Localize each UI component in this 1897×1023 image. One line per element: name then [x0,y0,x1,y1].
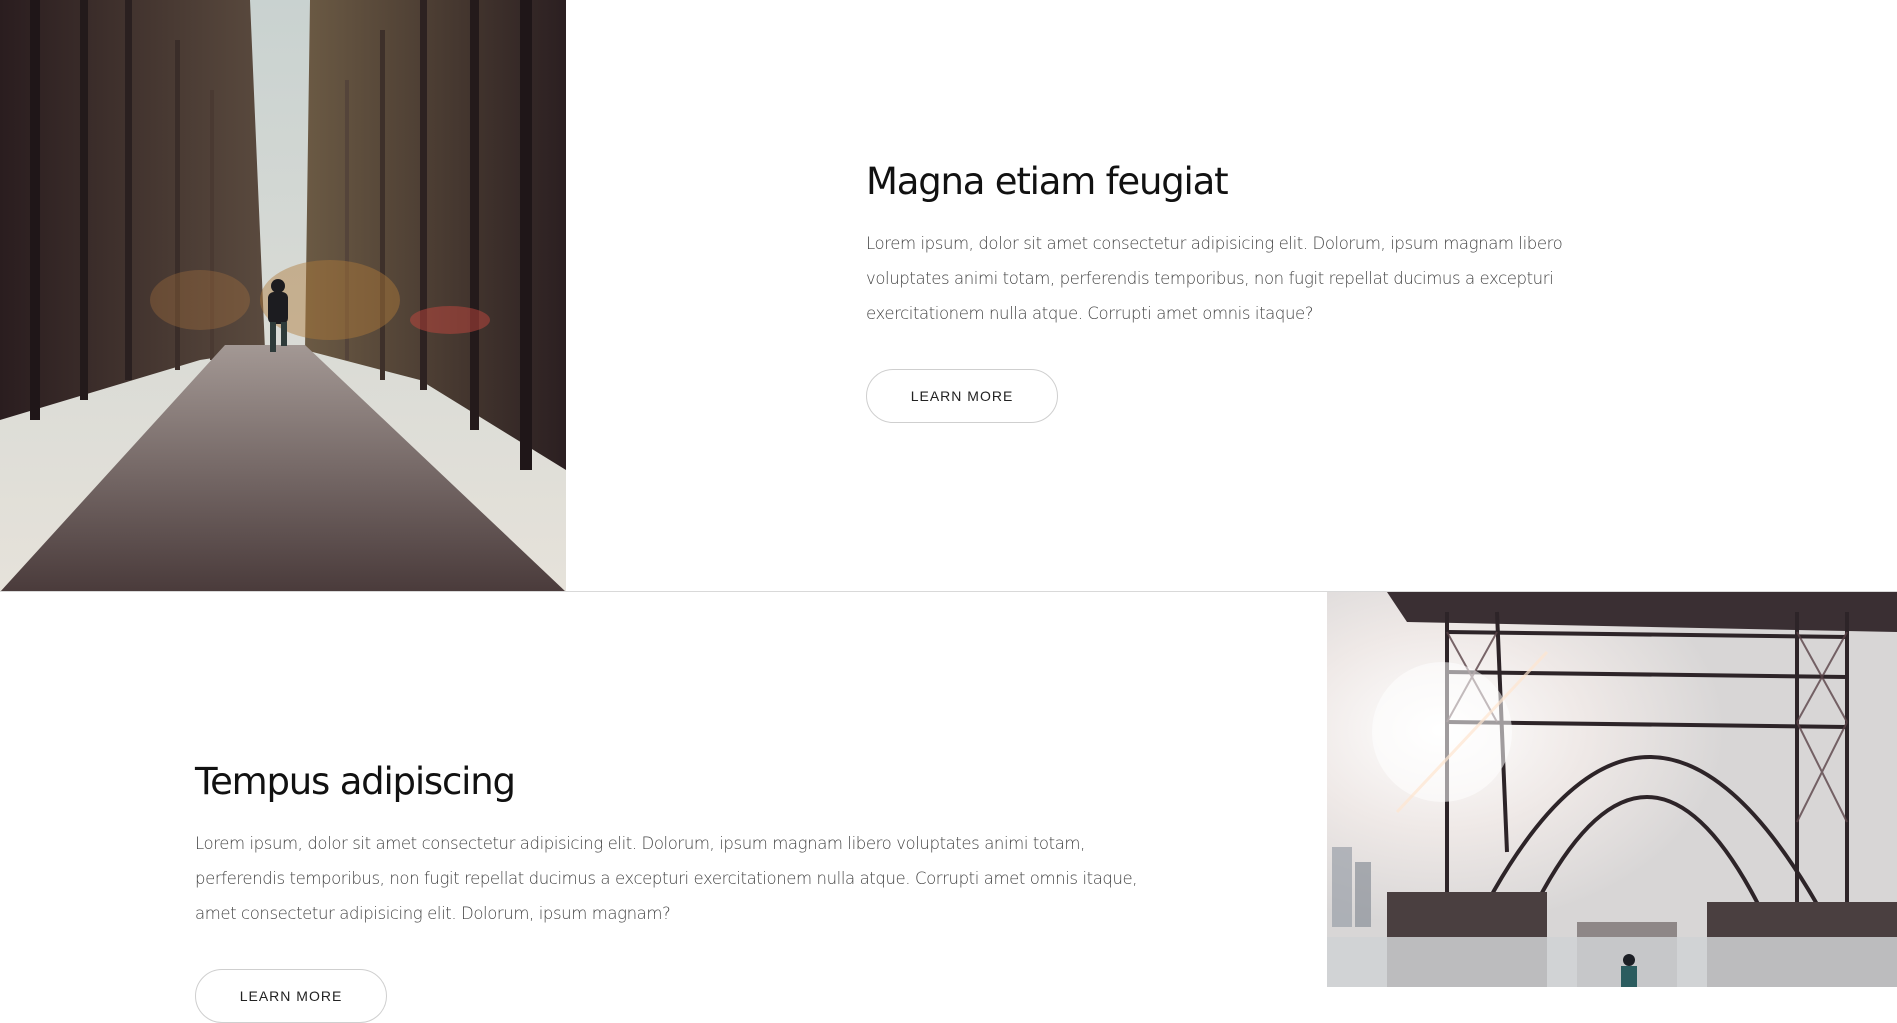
description-line: Lorem ipsum, dolor sit amet consectetur … [195,834,1085,853]
bridge-image [1327,592,1897,987]
forest-trail-image [0,0,566,591]
description-line: amet consectetur adipisicing elit. Dolor… [195,904,671,923]
description-line: Lorem ipsum, dolor sit amet consectetur … [866,234,1563,253]
feature-title: Tempus adipiscing [195,760,516,803]
feature-description: Lorem ipsum, dolor sit amet consectetur … [195,826,1155,931]
feature-section-1: Magna etiam feugiat Lorem ipsum, dolor s… [0,0,1897,592]
description-line: voluptates animi totam, perferendis temp… [866,269,1554,288]
feature-description: Lorem ipsum, dolor sit amet consectetur … [866,226,1566,331]
description-line: perferendis temporibus, non fugit repell… [195,869,1138,888]
feature-content-2: Tempus adipiscing Lorem ipsum, dolor sit… [195,758,1155,1023]
feature-title: Magna etiam feugiat [866,160,1229,203]
feature-content-1: Magna etiam feugiat Lorem ipsum, dolor s… [866,158,1566,423]
learn-more-button[interactable]: LEARN MORE [195,969,387,1023]
learn-more-button[interactable]: LEARN MORE [866,369,1058,423]
description-line: exercitationem nulla atque. Corrupti ame… [866,304,1314,323]
